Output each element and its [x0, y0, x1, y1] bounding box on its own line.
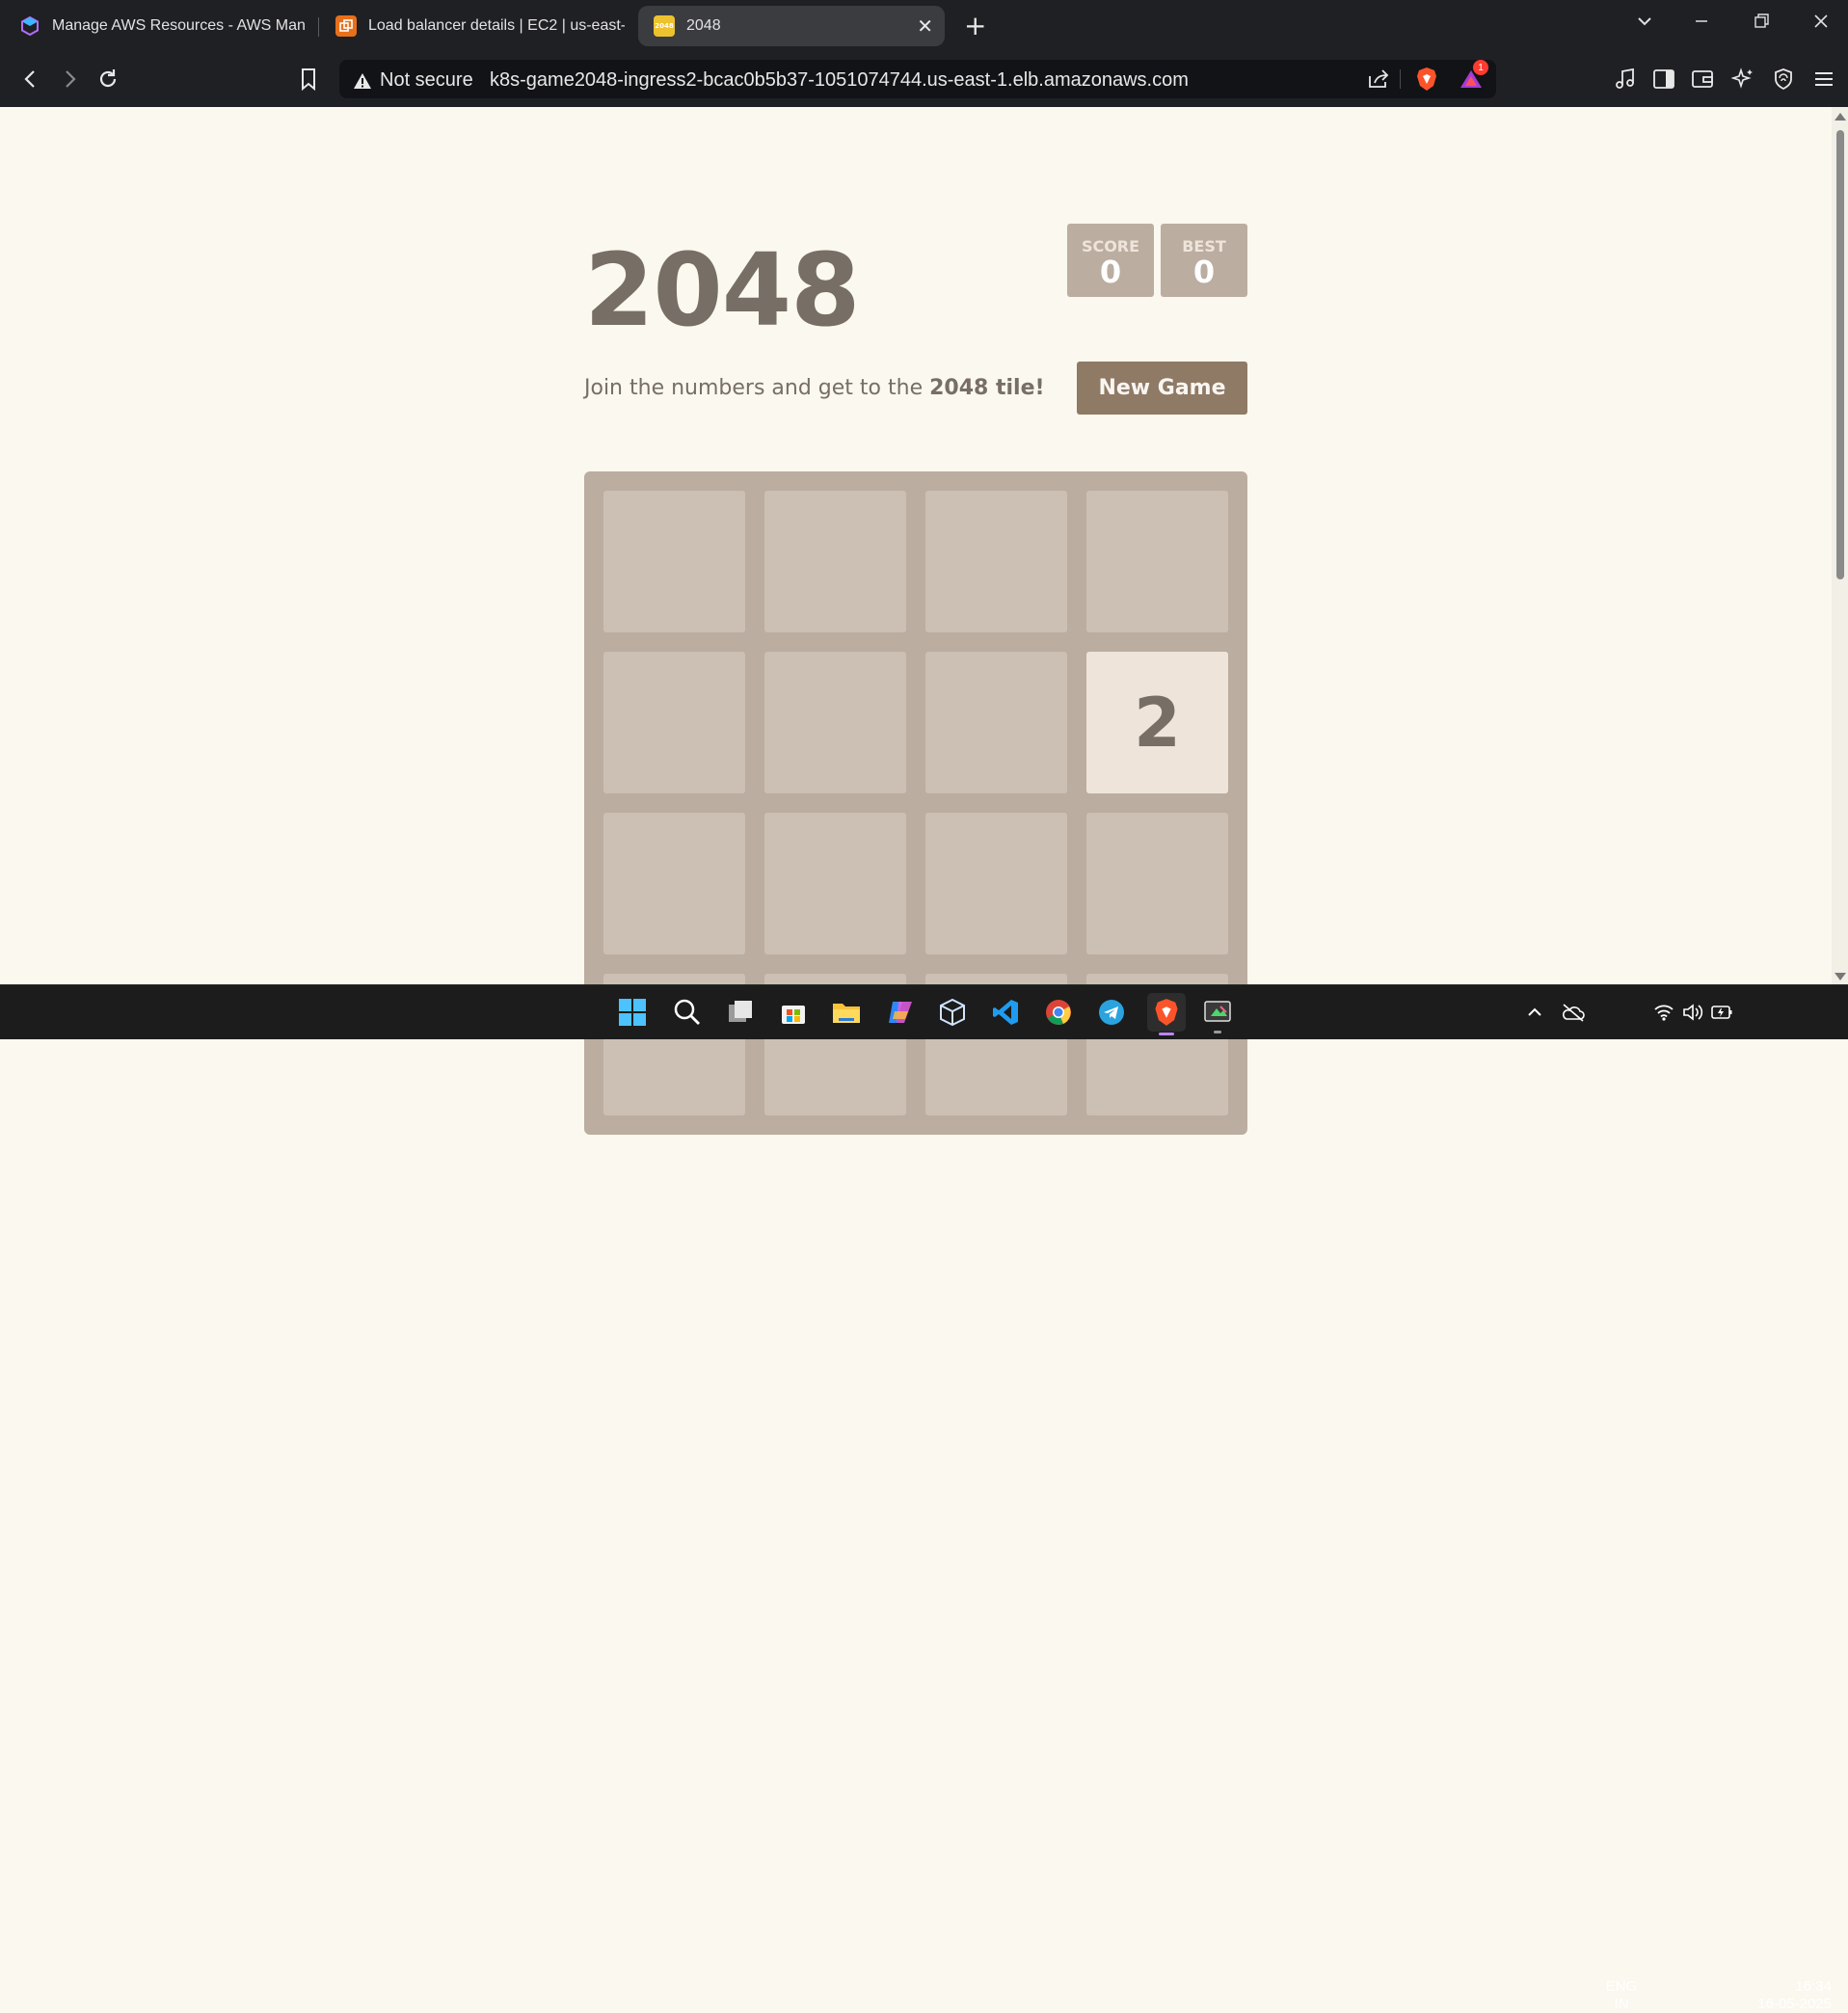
microsoft-store-icon[interactable] [776, 995, 811, 1030]
clock[interactable]: 16:34 16-05-2025 [1739, 1978, 1832, 2013]
game-intro: Join the numbers and get to the 2048 til… [584, 376, 1045, 400]
active-app-indicator [1159, 1033, 1174, 1035]
ec2-icon [335, 15, 357, 37]
warning-icon [354, 72, 371, 89]
tab-label: 2048 [686, 17, 721, 34]
virtualbox-icon[interactable] [935, 995, 970, 1030]
score-value: 0 [1099, 254, 1122, 290]
sidebar-icon[interactable] [1647, 62, 1681, 96]
best-box: BEST 0 [1161, 224, 1247, 297]
grid-cell [1086, 491, 1228, 632]
back-icon[interactable] [13, 62, 48, 96]
grid-cell [764, 652, 906, 793]
reload-icon[interactable] [91, 62, 125, 96]
tab-list-chevron-icon[interactable] [1636, 12, 1653, 35]
grid-cell [764, 491, 906, 632]
share-icon[interactable] [1361, 62, 1396, 96]
snipping-tool-icon[interactable] [1200, 995, 1235, 1033]
scroll-up-icon[interactable] [1835, 113, 1846, 121]
grid-cell [1086, 813, 1228, 954]
region-code: IN [1614, 1996, 1629, 2012]
file-explorer-icon[interactable] [829, 995, 864, 1030]
browser-toolbar: Not secure k8s-game2048-ingress2-bcac0b5… [0, 52, 1848, 107]
grid-cell [925, 491, 1067, 632]
grid-cell [603, 652, 745, 793]
windows-taskbar: ENG IN 16:34 16-05-2025 [0, 984, 1848, 2012]
bookmark-icon[interactable] [291, 62, 326, 96]
score-box: SCORE 0 [1067, 224, 1154, 297]
vpn-shield-icon[interactable] [1766, 62, 1801, 96]
forward-icon[interactable] [52, 62, 87, 96]
intro-bold-text: 2048 tile! [929, 376, 1045, 400]
best-value: 0 [1192, 254, 1216, 290]
address-bar[interactable]: Not secure k8s-game2048-ingress2-bcac0b5… [339, 60, 1496, 98]
onedrive-offline-icon[interactable] [1556, 995, 1591, 1030]
vscode-icon[interactable] [988, 995, 1023, 1030]
brave-rewards-icon[interactable]: 1 [1454, 60, 1488, 96]
leo-ai-icon[interactable] [1726, 62, 1760, 96]
page-scrollbar[interactable] [1832, 107, 1848, 984]
browser-tab-bar: Manage AWS Resources - AWS Manage Load b… [0, 0, 1848, 52]
game-title: 2048 [584, 231, 860, 349]
url-text[interactable]: k8s-game2048-ingress2-bcac0b5b37-1051074… [490, 69, 1189, 92]
clock-date: 16-05-2025 [1757, 1996, 1832, 2012]
tab-load-balancer[interactable]: Load balancer details | EC2 | us-east-1 [335, 6, 625, 46]
2048-favicon: 2048 [654, 15, 675, 37]
tab-separator [318, 17, 319, 37]
clock-time: 16:34 [1795, 1978, 1832, 1995]
task-view-icon[interactable] [723, 995, 758, 1030]
menu-icon[interactable] [1807, 62, 1841, 96]
url-separator [1400, 69, 1401, 89]
windows-start-icon[interactable] [615, 995, 650, 1030]
minimize-icon[interactable] [1693, 12, 1710, 35]
security-label: Not secure [380, 69, 473, 91]
telegram-icon[interactable] [1094, 995, 1129, 1030]
grid-cell [925, 813, 1067, 954]
grid-cell [603, 813, 745, 954]
tab-aws-resources[interactable]: Manage AWS Resources - AWS Manage [19, 6, 305, 46]
tray-chevron-up-icon[interactable] [1517, 995, 1552, 1030]
grid-cell [764, 813, 906, 954]
tab-2048[interactable]: 2048 2048 ✕ [638, 6, 945, 46]
wallet-icon[interactable] [1685, 62, 1720, 96]
language-indicator[interactable]: ENG IN [1602, 1978, 1641, 2013]
brave-taskbar-icon[interactable] [1147, 993, 1186, 1035]
language-code: ENG [1605, 1978, 1638, 1995]
tile-2: 2 [1086, 652, 1228, 793]
grid-cell [603, 491, 745, 632]
close-window-icon[interactable] [1812, 12, 1830, 35]
new-tab-icon[interactable]: + [964, 10, 986, 41]
battery-charging-icon[interactable] [1704, 995, 1739, 1030]
security-indicator[interactable]: Not secure [353, 69, 473, 92]
media-icon[interactable] [1608, 62, 1643, 96]
notification-badge: 1 [1473, 60, 1488, 75]
new-game-button[interactable]: New Game [1077, 362, 1247, 415]
running-app-indicator [1214, 1031, 1221, 1033]
brave-shields-icon[interactable] [1409, 62, 1444, 96]
search-icon[interactable] [670, 995, 705, 1030]
chrome-icon[interactable] [1041, 995, 1076, 1030]
copilot-icon[interactable] [882, 995, 917, 1030]
intro-text: Join the numbers and get to the [584, 376, 930, 400]
tab-label: Manage AWS Resources - AWS Manage [52, 17, 305, 34]
close-tab-icon[interactable]: ✕ [917, 14, 933, 39]
grid-cell [925, 652, 1067, 793]
scrollbar-thumb[interactable] [1836, 130, 1844, 579]
aws-resource-icon [19, 15, 40, 37]
scroll-down-icon[interactable] [1835, 973, 1846, 980]
tab-label: Load balancer details | EC2 | us-east-1 [368, 17, 625, 34]
restore-icon[interactable] [1753, 12, 1770, 35]
